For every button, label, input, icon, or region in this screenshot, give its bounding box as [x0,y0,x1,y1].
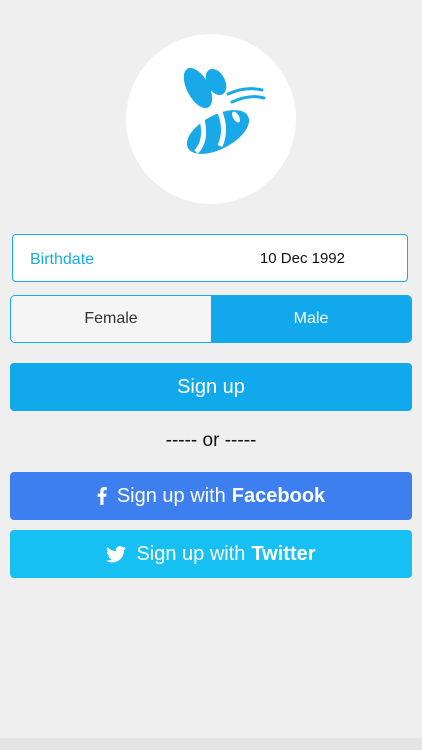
facebook-signup-button[interactable]: Sign up with Facebook [10,472,412,520]
twitter-icon [106,545,127,563]
facebook-signup-prefix: Sign up with [116,484,226,507]
signup-button[interactable]: Sign up [10,363,412,411]
gender-toggle: Female Male [10,295,412,343]
birthdate-field[interactable]: Birthdate 10 Dec 1992 [12,234,408,282]
twitter-signup-prefix: Sign up with [136,542,246,565]
gender-option-female[interactable]: Female [11,296,211,342]
or-divider: ----- or ----- [165,430,257,451]
bee-icon [183,67,266,154]
twitter-brand-label: Twitter [251,542,316,565]
gender-option-male[interactable]: Male [211,296,411,342]
facebook-icon [97,487,107,505]
birthdate-label: Birthdate [30,251,95,268]
app-logo [126,34,296,204]
twitter-signup-button[interactable]: Sign up with Twitter [10,530,412,578]
signup-label: Sign up [177,375,245,398]
facebook-brand-label: Facebook [231,484,326,507]
birthdate-value[interactable]: 10 Dec 1992 [260,250,345,267]
bottom-bar [0,738,422,750]
